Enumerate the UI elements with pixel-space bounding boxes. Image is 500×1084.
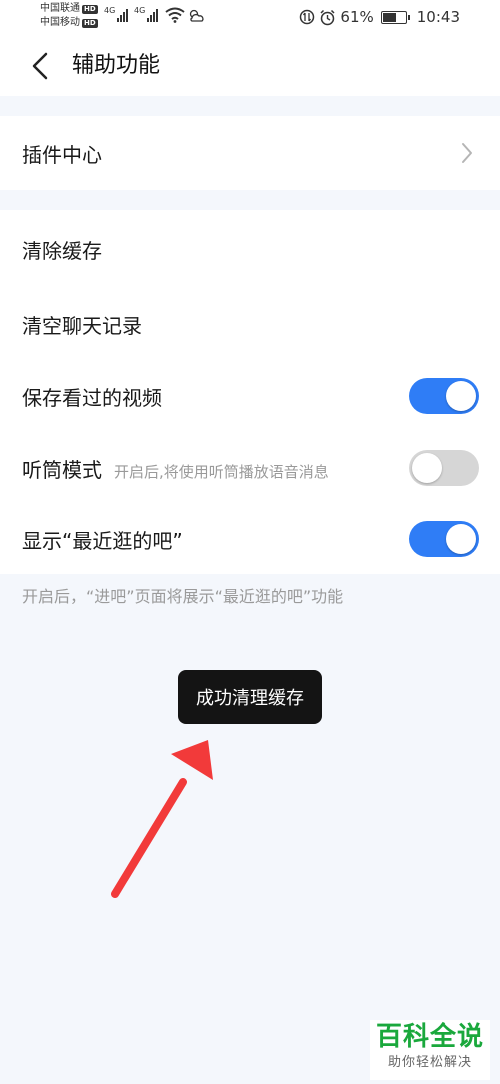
settings-group-general: 清除缓存 清空聊天记录 保存看过的视频 听筒模式 开启后,将使用听筒播放语音消息 … bbox=[0, 210, 500, 574]
earpiece-mode-row: 听筒模式 开启后,将使用听筒播放语音消息 bbox=[0, 432, 500, 504]
data-saver-icon bbox=[300, 9, 315, 25]
plugin-center-row[interactable]: 插件中心 bbox=[0, 116, 500, 190]
clear-chat-label: 清空聊天记录 bbox=[22, 313, 142, 338]
clear-cache-row[interactable]: 清除缓存 bbox=[0, 210, 500, 288]
hd-badge: HD bbox=[82, 4, 98, 14]
save-videos-toggle[interactable] bbox=[409, 378, 479, 414]
toast-message: 成功清理缓存 bbox=[178, 670, 322, 724]
status-right: 61% 10:43 bbox=[299, 8, 460, 26]
battery-icon bbox=[380, 10, 410, 24]
plugin-center-label: 插件中心 bbox=[22, 142, 102, 167]
screen: 中国联通 HD 中国移动 HD 4G 4G 61% 10:43 辅助功能 插件中… bbox=[0, 0, 500, 1084]
weather-icon bbox=[189, 9, 204, 22]
watermark-logo: 百科全说 助你轻松解决 bbox=[370, 1020, 490, 1080]
carrier-info: 中国联通 HD 中国移动 HD bbox=[40, 2, 98, 30]
signal-icon: 4G bbox=[104, 6, 129, 22]
earpiece-mode-label: 听筒模式 开启后,将使用听筒播放语音消息 bbox=[22, 454, 329, 483]
battery-percent: 61% bbox=[340, 8, 374, 26]
hd-badge: HD bbox=[82, 18, 98, 28]
clear-chat-row[interactable]: 清空聊天记录 bbox=[0, 288, 500, 360]
clock: 10:43 bbox=[416, 8, 460, 26]
show-recent-label: 显示“最近逛的吧” bbox=[22, 528, 183, 553]
save-videos-label: 保存看过的视频 bbox=[22, 385, 162, 410]
toggle-knob bbox=[446, 381, 476, 411]
toggle-knob bbox=[412, 453, 442, 483]
earpiece-mode-toggle[interactable] bbox=[409, 450, 479, 486]
clear-cache-label: 清除缓存 bbox=[22, 238, 102, 263]
wifi-icon bbox=[165, 7, 185, 23]
status-bar: 中国联通 HD 中国移动 HD 4G 4G 61% 10:43 bbox=[0, 0, 500, 36]
watermark-subtitle: 助你轻松解决 bbox=[387, 1055, 472, 1070]
annotation-arrow-icon bbox=[111, 740, 213, 898]
footnote-text: 开启后，“进吧”页面将展示“最近逛的吧”功能 bbox=[22, 587, 344, 606]
alarm-icon bbox=[320, 9, 335, 25]
chevron-right-icon bbox=[462, 143, 472, 163]
settings-group-plugins: 插件中心 bbox=[0, 116, 500, 190]
earpiece-mode-hint: 开启后,将使用听筒播放语音消息 bbox=[114, 462, 329, 481]
save-videos-row: 保存看过的视频 bbox=[0, 360, 500, 432]
back-arrow-icon[interactable] bbox=[28, 50, 56, 82]
earpiece-mode-title: 听筒模式 bbox=[22, 457, 102, 482]
section-divider bbox=[0, 96, 500, 116]
toggle-knob bbox=[446, 524, 476, 554]
show-recent-toggle[interactable] bbox=[409, 521, 479, 557]
app-header: 辅助功能 bbox=[0, 36, 500, 96]
page-title: 辅助功能 bbox=[72, 53, 161, 78]
watermark-title: 百科全说 bbox=[375, 1022, 484, 1052]
carrier-1: 中国联通 bbox=[40, 3, 80, 14]
show-recent-row: 显示“最近逛的吧” bbox=[0, 504, 500, 574]
signal-icon: 4G bbox=[134, 6, 159, 22]
carrier-2: 中国移动 bbox=[40, 17, 80, 28]
